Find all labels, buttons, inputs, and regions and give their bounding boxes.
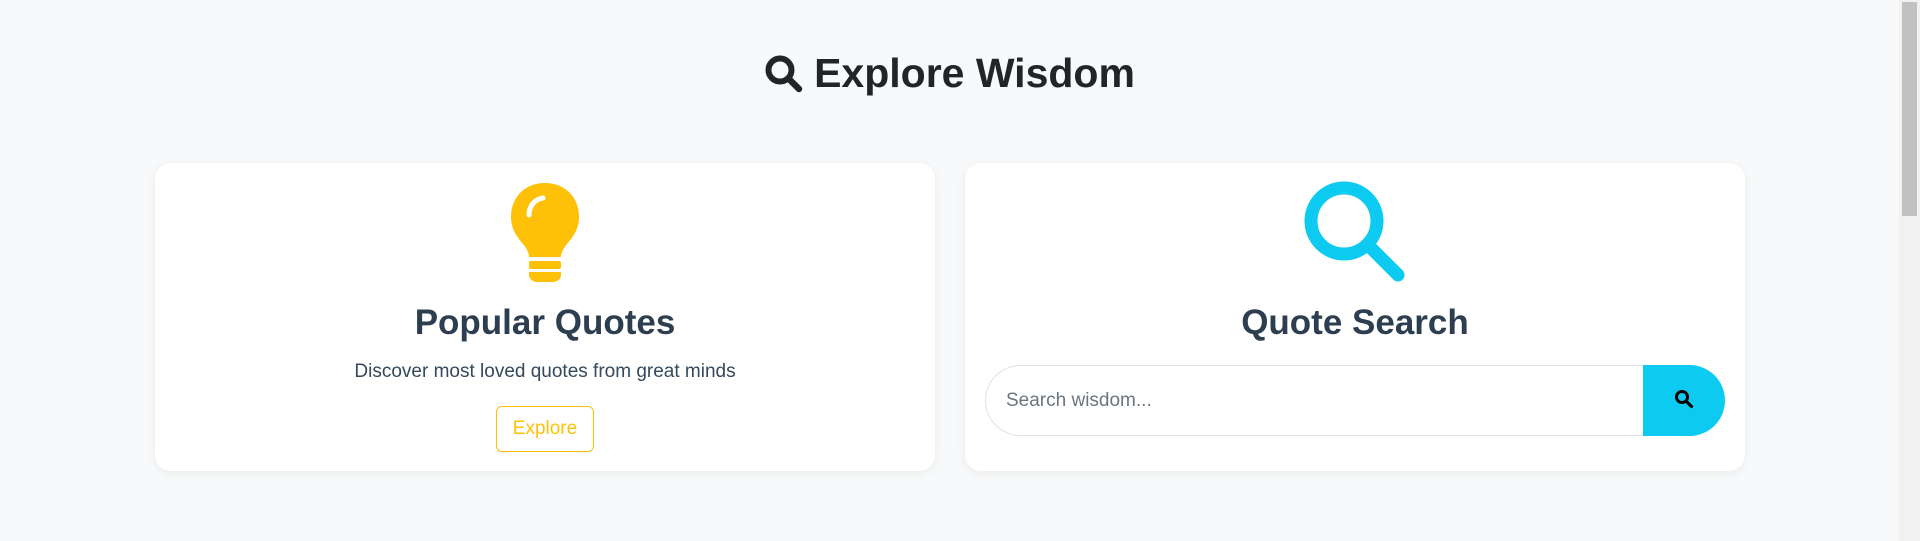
page-title: Explore Wisdom — [814, 50, 1135, 96]
search-icon — [1304, 181, 1406, 288]
search-icon — [1674, 389, 1694, 412]
quote-search-title: Quote Search — [1241, 303, 1469, 342]
search-button[interactable] — [1643, 365, 1725, 436]
explore-button[interactable]: Explore — [496, 406, 594, 452]
search-icon — [764, 54, 804, 94]
page-heading: Explore Wisdom — [0, 50, 1899, 97]
quote-search-card: Quote Search — [965, 163, 1745, 471]
page: Explore Wisdom Popular Quotes Discover m… — [0, 0, 1920, 541]
lightbulb-icon — [509, 181, 581, 288]
popular-quotes-card: Popular Quotes Discover most loved quote… — [155, 163, 935, 471]
popular-quotes-title: Popular Quotes — [414, 303, 676, 342]
search-input[interactable] — [985, 365, 1643, 436]
scrollbar-thumb[interactable] — [1902, 2, 1917, 216]
scrollbar[interactable] — [1899, 0, 1920, 541]
popular-quotes-description: Discover most loved quotes from great mi… — [354, 361, 736, 382]
search-group — [985, 365, 1725, 436]
